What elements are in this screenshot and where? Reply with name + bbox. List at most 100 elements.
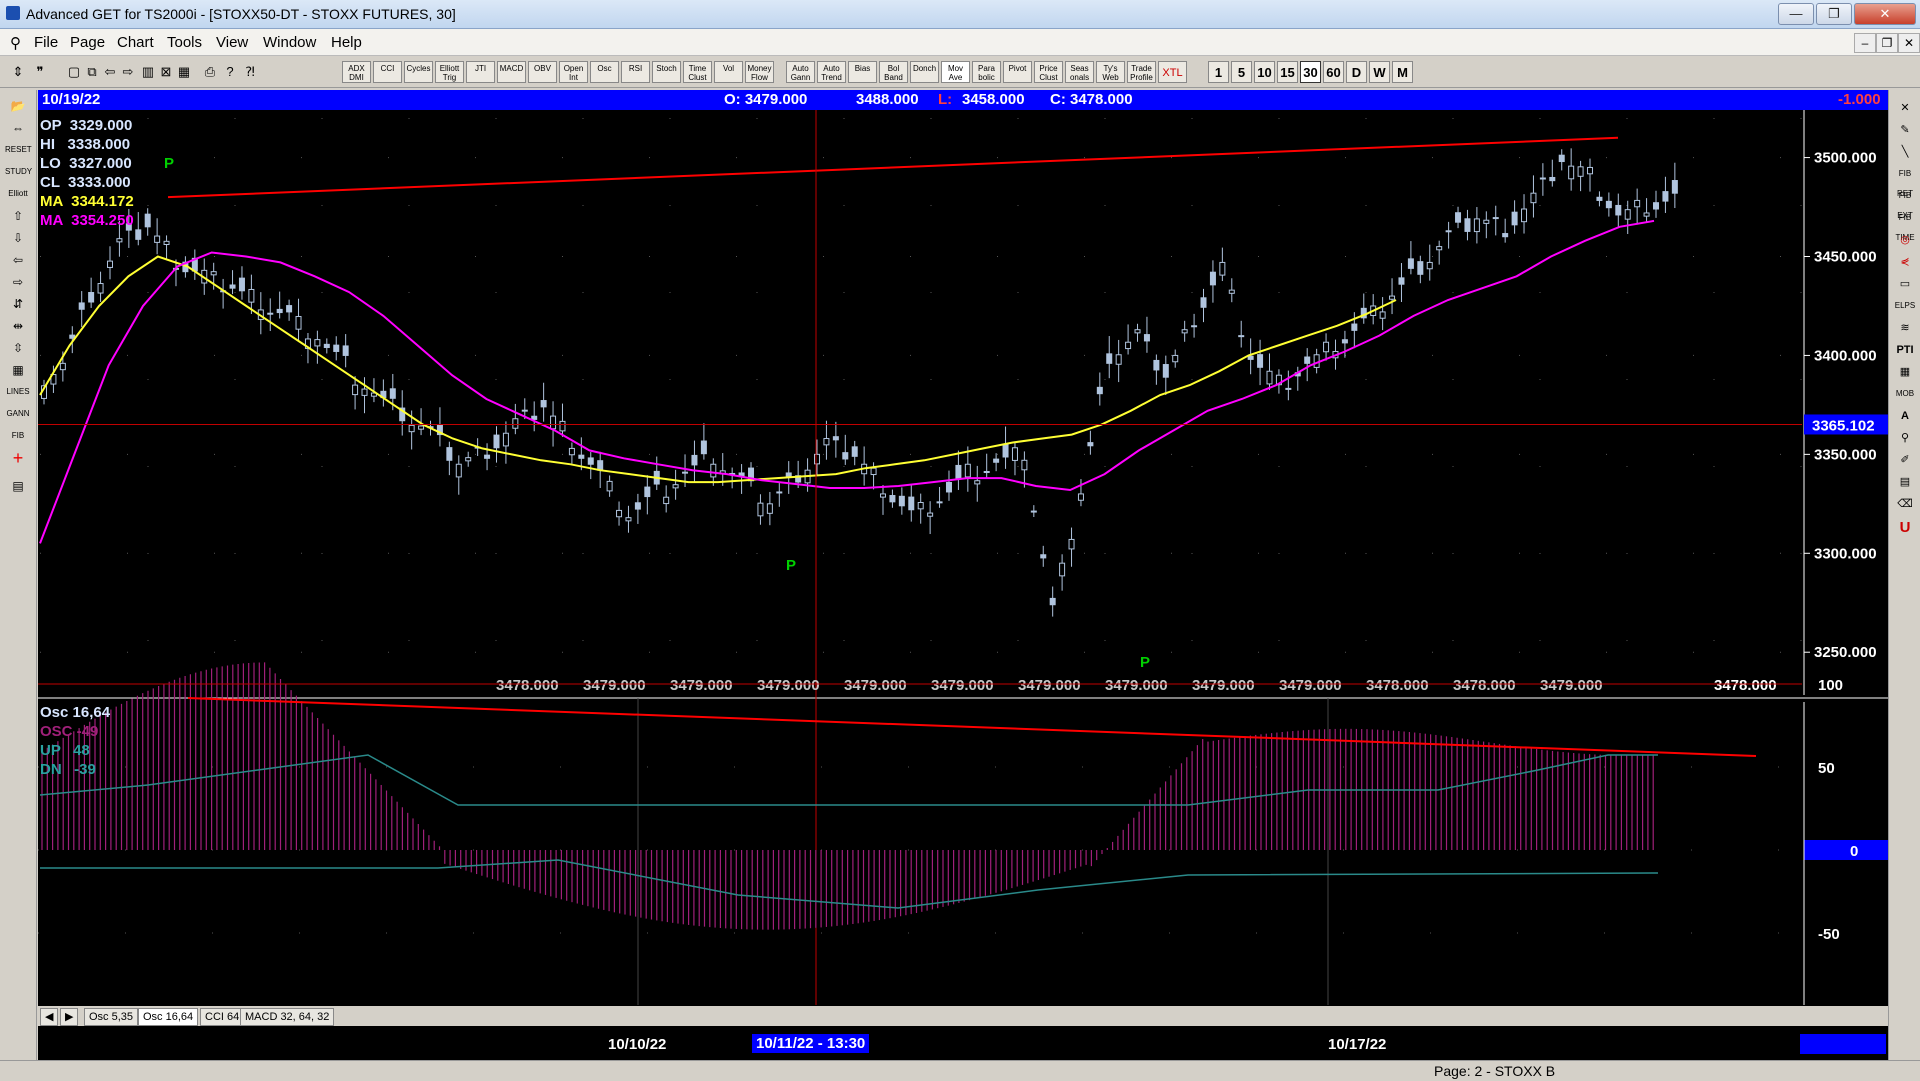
study-button-macd[interactable]: MACD — [497, 61, 526, 83]
new-page-icon[interactable]: ▢ — [64, 62, 84, 82]
mdi-restore-button[interactable]: ❐ — [1876, 33, 1898, 53]
menu-chart[interactable]: Chart — [117, 34, 154, 51]
study-button-rsi[interactable]: RSI — [621, 61, 650, 83]
crosshair-icon[interactable]: + — [5, 448, 31, 468]
nav-back-icon[interactable]: ⇦ — [100, 62, 120, 82]
copy-icon[interactable]: ⧉ — [82, 62, 102, 82]
mdi-close-button[interactable]: ✕ — [1898, 33, 1920, 53]
menu-tools[interactable]: Tools — [167, 34, 202, 51]
expand-icon[interactable]: ⇹ — [5, 316, 31, 336]
pencil-icon[interactable]: ✎ — [1893, 120, 1917, 140]
tile-icon[interactable]: ▥ — [138, 62, 158, 82]
tab-cci-64[interactable]: CCI 64 — [200, 1008, 245, 1026]
menu-help[interactable]: Help — [331, 34, 362, 51]
price-chart[interactable]: 3500.000 3450.000 3400.000 3350.000 3300.000… — [38, 110, 1888, 1070]
eraser-icon[interactable]: ⌫ — [1893, 494, 1917, 514]
study-button-auto-trend[interactable]: Auto Trend — [817, 61, 846, 83]
table-tool-icon[interactable]: ▦ — [1893, 362, 1917, 382]
quote-icon[interactable]: ❞ — [30, 62, 50, 82]
grid-icon[interactable]: ▦ — [174, 62, 194, 82]
study-button-time-clust[interactable]: Time Clust — [683, 61, 712, 83]
study-button-price-clust[interactable]: Price Clust — [1034, 61, 1063, 83]
pti-icon[interactable]: PTI — [1893, 340, 1917, 360]
study-button-ty-s-web[interactable]: Ty's Web — [1096, 61, 1125, 83]
study-button-bias[interactable]: Bias — [848, 61, 877, 83]
study-button-elliott-trig[interactable]: Elliott Trig — [435, 61, 464, 83]
study-button-auto-gann[interactable]: Auto Gann — [786, 61, 815, 83]
minimize-button[interactable]: — — [1778, 3, 1814, 25]
menu-file[interactable]: File — [34, 34, 58, 51]
circle-tool-icon[interactable]: ◎ — [1893, 230, 1917, 250]
delete-icon[interactable]: ⊠ — [156, 62, 176, 82]
timeframe-w[interactable]: W — [1369, 61, 1390, 83]
zoom-tool-icon[interactable]: ⇔ — [5, 118, 31, 138]
mob-tool-icon[interactable]: MOB — [1893, 384, 1917, 404]
timeframe-10[interactable]: 10 — [1254, 61, 1275, 83]
print-icon[interactable]: ⎙ — [200, 62, 220, 82]
timeframe-60[interactable]: 60 — [1323, 61, 1344, 83]
chart-area[interactable]: 3500.000 3450.000 3400.000 3350.000 3300.000… — [38, 110, 1888, 1070]
line-tool-icon[interactable]: ╲ — [1893, 142, 1917, 162]
ellipse-tool-icon[interactable]: ELPS — [1893, 296, 1917, 316]
whats-this-icon[interactable]: ⁈ — [240, 62, 260, 82]
study-button-stoch[interactable]: Stoch — [652, 61, 681, 83]
scale-icon[interactable]: ⇳ — [5, 338, 31, 358]
arrow-right-icon[interactable]: ⇨ — [5, 272, 31, 292]
study-button-cycles[interactable]: Cycles — [404, 61, 433, 83]
reset-icon[interactable]: RESET — [5, 140, 32, 160]
fib-time-icon[interactable]: FIB TIME — [1893, 208, 1917, 242]
fib-tool-icon[interactable]: FIB — [5, 426, 31, 446]
menu-view[interactable]: View — [216, 34, 248, 51]
study-button-mov-ave[interactable]: Mov Ave — [941, 61, 970, 83]
compress-icon[interactable]: ⇵ — [5, 294, 31, 314]
lines-tool-icon[interactable]: LINES — [5, 382, 31, 402]
study-tool-icon[interactable]: STUDY — [5, 162, 32, 182]
box-tool-icon[interactable]: ▭ — [1893, 274, 1917, 294]
layers-icon[interactable]: ▤ — [1893, 472, 1917, 492]
timeframe-15[interactable]: 15 — [1277, 61, 1298, 83]
study-button-xtl[interactable]: XTL — [1158, 61, 1187, 83]
fib-ext-icon[interactable]: FIB EXT — [1893, 186, 1917, 220]
channel-tool-icon[interactable]: ≋ — [1893, 318, 1917, 338]
menu-window[interactable]: Window — [263, 34, 316, 51]
timeframe-1[interactable]: 1 — [1208, 61, 1229, 83]
date-scroll-block[interactable] — [1800, 1034, 1886, 1054]
tab-macd[interactable]: MACD 32, 64, 32 — [240, 1008, 335, 1026]
arrow-up-icon[interactable]: ⇧ — [5, 206, 31, 226]
nav-forward-icon[interactable]: ⇨ — [118, 62, 138, 82]
study-button-vol[interactable]: Vol — [714, 61, 743, 83]
study-button-osc[interactable]: Osc — [590, 61, 619, 83]
cursor-icon[interactable]: ⇕ — [8, 62, 28, 82]
study-button-bol-band[interactable]: Bol Band — [879, 61, 908, 83]
arrow-down-icon[interactable]: ⇩ — [5, 228, 31, 248]
undo-icon[interactable]: U — [1893, 518, 1917, 538]
brush-icon[interactable]: ✐ — [1893, 450, 1917, 470]
calculator-icon[interactable]: ▤ — [5, 476, 31, 496]
fib-ret-icon[interactable]: FIB RET — [1893, 164, 1917, 198]
study-button-pivot[interactable]: Pivot — [1003, 61, 1032, 83]
tab-scroll-right[interactable]: ▶ — [60, 1008, 79, 1026]
close-tool-icon[interactable]: ✕ — [1893, 98, 1917, 118]
study-button-seas-onals[interactable]: Seas onals — [1065, 61, 1094, 83]
text-tool-icon[interactable]: A — [1893, 406, 1917, 426]
magnifier-icon[interactable]: ⚲ — [1893, 428, 1917, 448]
study-button-cci[interactable]: CCI — [373, 61, 402, 83]
arrow-left-icon[interactable]: ⇦ — [5, 250, 31, 270]
timeframe-30[interactable]: 30 — [1300, 61, 1321, 83]
study-button-trade-profile[interactable]: Trade Profile — [1127, 61, 1156, 83]
study-button-adx-dmi[interactable]: ADX DMI — [342, 61, 371, 83]
study-button-para-bolic[interactable]: Para bolic — [972, 61, 1001, 83]
timeframe-d[interactable]: D — [1346, 61, 1367, 83]
study-button-donch[interactable]: Donch — [910, 61, 939, 83]
gann-tool-icon[interactable]: GANN — [5, 404, 31, 424]
timeframe-5[interactable]: 5 — [1231, 61, 1252, 83]
timeframe-m[interactable]: M — [1392, 61, 1413, 83]
mdi-minimize-button[interactable]: – — [1854, 33, 1876, 53]
study-button-open-int[interactable]: Open Int — [559, 61, 588, 83]
fan-tool-icon[interactable]: ⋞ — [1893, 252, 1917, 272]
open-folder-icon[interactable]: 📂 — [5, 96, 31, 116]
study-button-jti[interactable]: JTI — [466, 61, 495, 83]
tab-scroll-left[interactable]: ◀ — [40, 1008, 59, 1026]
close-button[interactable]: ✕ — [1854, 3, 1916, 25]
menu-page[interactable]: Page — [70, 34, 105, 51]
